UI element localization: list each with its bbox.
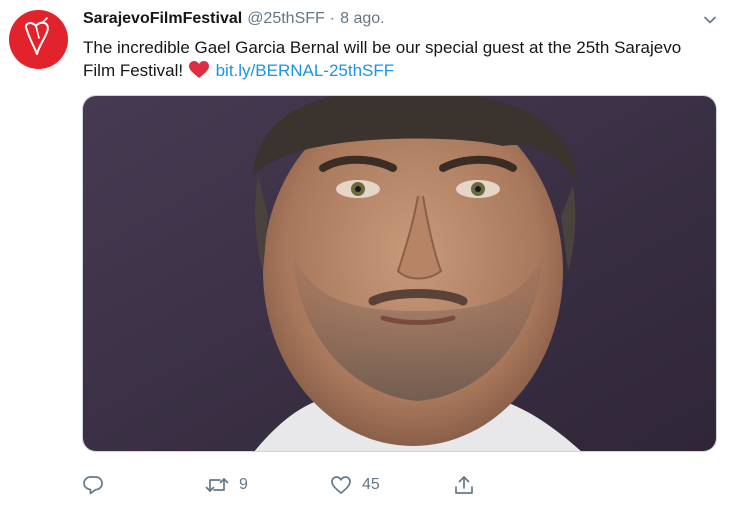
reply-button[interactable] — [82, 470, 114, 500]
tweet-header: SarajevoFilmFestival @25thSFF · 8 ago. — [83, 10, 385, 32]
chevron-down-icon — [704, 16, 716, 24]
like-icon — [331, 476, 351, 494]
retweet-icon — [205, 478, 229, 492]
separator-dot: · — [329, 10, 336, 27]
display-name[interactable]: SarajevoFilmFestival — [83, 10, 242, 28]
portrait-photo — [83, 96, 716, 451]
tweet-menu-button[interactable] — [700, 10, 720, 30]
retweet-button[interactable]: 9 — [205, 470, 248, 500]
red-heart-icon — [188, 61, 209, 85]
tweet-actions: 9 45 — [0, 470, 740, 500]
retweet-count: 9 — [239, 476, 248, 493]
tweet-media-photo[interactable] — [82, 95, 717, 452]
share-button[interactable] — [453, 470, 475, 500]
heart-logo-icon — [25, 17, 49, 55]
share-icon — [455, 476, 473, 494]
like-count: 45 — [362, 476, 380, 493]
tweet-card[interactable]: SarajevoFilmFestival @25thSFF · 8 ago. T… — [0, 0, 740, 508]
like-button[interactable]: 45 — [330, 470, 380, 500]
tweet-text: The incredible Gael Garcia Bernal will b… — [83, 36, 713, 85]
avatar[interactable] — [9, 10, 68, 69]
reply-icon — [83, 476, 103, 495]
timestamp[interactable]: 8 ago. — [340, 10, 384, 28]
shortened-link[interactable]: bit.ly/BERNAL-25thSFF — [216, 61, 395, 80]
user-handle[interactable]: @25thSFF — [247, 10, 325, 28]
